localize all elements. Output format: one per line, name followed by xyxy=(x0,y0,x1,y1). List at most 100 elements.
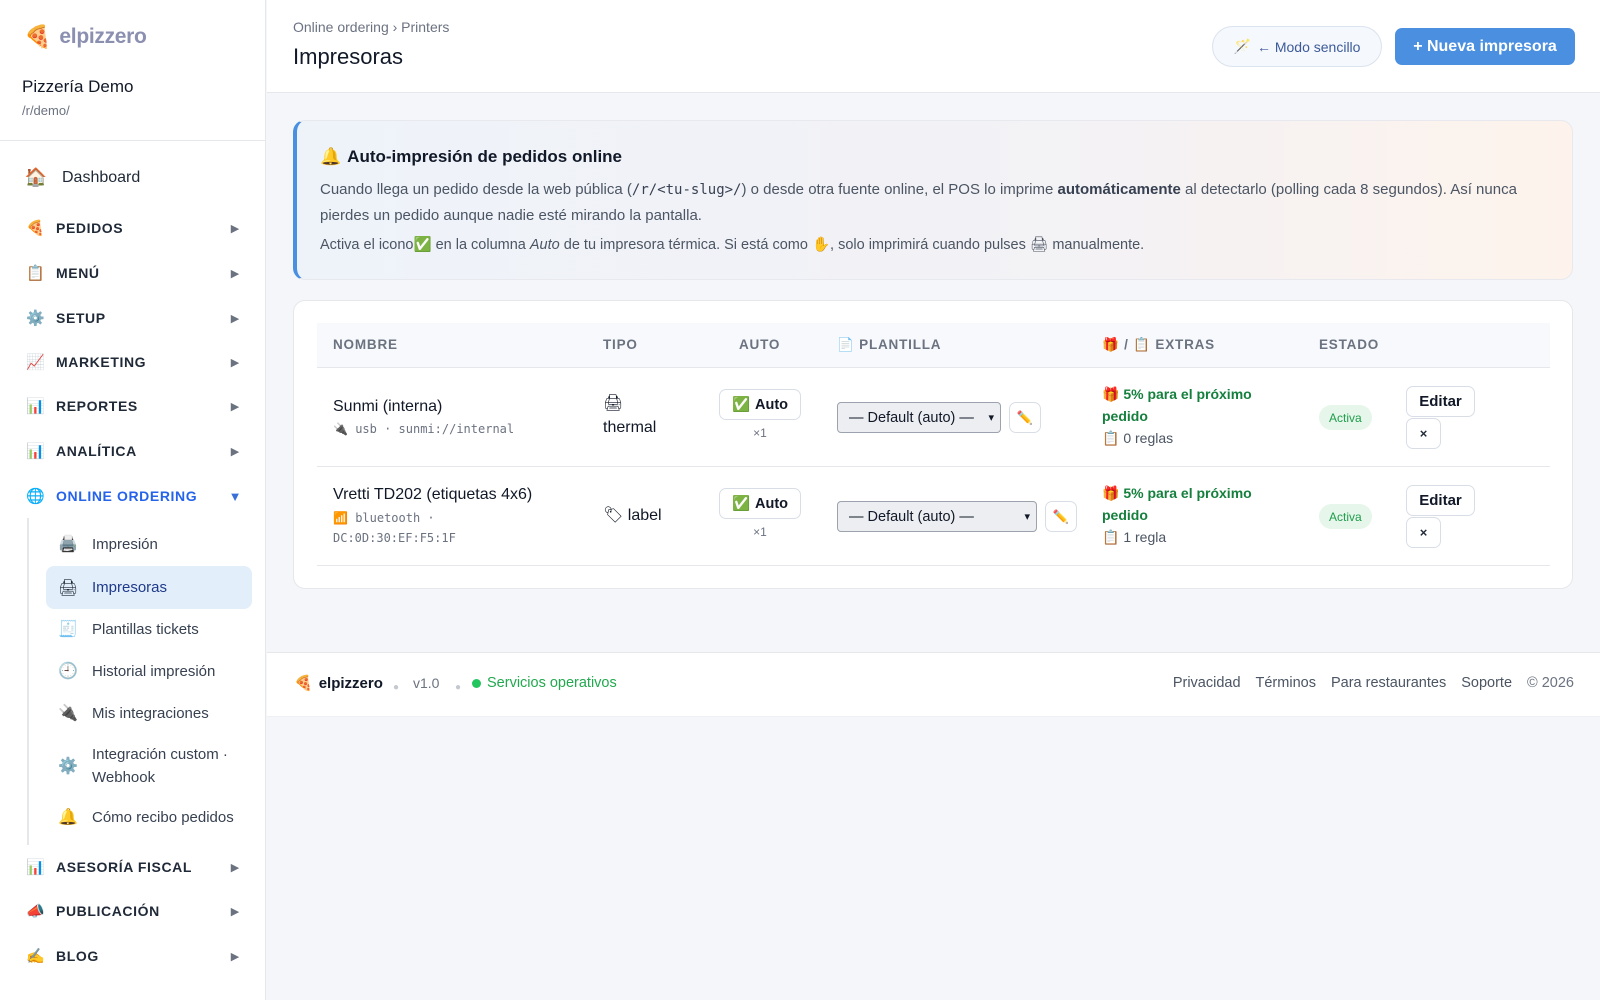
sidebar-item-label: Plantillas tickets xyxy=(92,620,199,638)
sidebar-divider xyxy=(0,140,266,141)
simple-mode-button[interactable]: 🪄 ← Modo sencillo xyxy=(1212,26,1382,67)
footer-brand-name: elpizzero xyxy=(318,674,383,692)
clock-icon: 🕘 xyxy=(58,663,78,680)
sidebar-section-label: ANALÍTICA xyxy=(56,443,137,459)
sidebar-section-blog[interactable]: ✍️ BLOG ▶ xyxy=(26,947,242,965)
chevron-down-icon: ▾ xyxy=(988,412,994,424)
sidebar-section-reportes[interactable]: 📊 REPORTES ▶ xyxy=(26,397,242,415)
sidebar-section-menu[interactable]: 📋 MENÚ ▶ xyxy=(26,264,242,282)
footer-link-privacy[interactable]: Privacidad xyxy=(1173,675,1241,691)
sidebar-section-label: SETUP xyxy=(56,310,106,326)
info-text: Cuando llega un pedido desde la web públ… xyxy=(320,181,632,198)
plug-icon: 🔌 xyxy=(58,705,78,722)
template-select[interactable]: — Default (auto) — ▾ xyxy=(837,402,1001,433)
new-printer-button[interactable]: + Nueva impresora xyxy=(1395,28,1575,65)
separator-dot: ● xyxy=(455,682,462,693)
rules-extra: 📋 1 regla xyxy=(1102,529,1167,545)
edit-template-button[interactable]: ✏️ xyxy=(1009,402,1041,433)
restaurant-name: Pizzería Demo xyxy=(22,77,134,96)
auto-print-info-card: 🔔 Auto-impresión de pedidos online Cuand… xyxy=(293,120,1573,280)
column-header-status: ESTADO xyxy=(1319,337,1380,352)
sidebar-section-analitica[interactable]: 📊 ANALÍTICA ▶ xyxy=(26,442,242,460)
megaphone-icon: 📣 xyxy=(26,903,45,920)
breadcrumb: Online ordering › Printers xyxy=(293,19,450,35)
sidebar-item-label: Mis integraciones xyxy=(92,704,209,722)
sidebar-section-setup[interactable]: ⚙️ SETUP ▶ xyxy=(26,309,242,327)
auto-print-toggle[interactable]: ✅ Auto xyxy=(719,488,801,519)
printer-type-label: thermal xyxy=(603,419,657,436)
edit-printer-button[interactable]: Editar xyxy=(1406,386,1475,417)
pizza-icon: 🍕 xyxy=(294,675,313,692)
extras-cell: 🎁 5% para el próximo pedido 📋 1 regla xyxy=(1102,482,1272,548)
sidebar-section-marketing[interactable]: 📈 MARKETING ▶ xyxy=(26,353,242,371)
info-title: 🔔 Auto-impresión de pedidos online xyxy=(320,147,622,167)
status-badge: Activa xyxy=(1319,405,1372,430)
pizza-icon: 🍕 xyxy=(24,24,52,49)
sidebar-section-online-ordering[interactable]: 🌐 ONLINE ORDERING ▼ xyxy=(26,487,242,505)
receipt-icon: 🧾 xyxy=(58,621,78,638)
printer-name: Sunmi (interna) xyxy=(333,398,443,415)
sidebar-section-pedidos[interactable]: 🍕 PEDIDOS ▶ xyxy=(26,219,242,237)
sidebar-item-historial-impresion[interactable]: 🕘 Historial impresión xyxy=(46,658,252,684)
sidebar-item-dashboard[interactable]: 🏠 Dashboard xyxy=(24,167,141,188)
sidebar-item-impresoras[interactable]: 🖨 Impresoras xyxy=(46,566,252,609)
promo-extra: 🎁 5% para el próximo pedido xyxy=(1102,485,1252,523)
sidebar-item-label: Impresoras xyxy=(92,579,168,596)
signal-icon: 📶 xyxy=(333,511,348,525)
extras-cell: 🎁 5% para el próximo pedido 📋 0 reglas xyxy=(1102,383,1272,449)
printer-icon: 🖨️ xyxy=(58,536,78,553)
info-text: Activa el icono✅ en la columna xyxy=(320,237,530,253)
info-title-text: Auto-impresión de pedidos online xyxy=(347,147,623,166)
auto-print-toggle[interactable]: ✅ Auto xyxy=(719,389,801,420)
sidebar-section-publicacion[interactable]: 📣 PUBLICACIÓN ▶ xyxy=(26,902,242,920)
template-select[interactable]: — Default (auto) — ▾ xyxy=(837,501,1037,532)
sidebar-item-plantillas-tickets[interactable]: 🧾 Plantillas tickets xyxy=(46,616,252,642)
printer-name: Vretti TD202 (etiquetas 4x6) xyxy=(333,486,533,503)
edit-template-button[interactable]: ✏️ xyxy=(1045,501,1077,532)
chevron-down-icon: ▼ xyxy=(228,488,242,504)
footer-brand[interactable]: 🍕 elpizzero xyxy=(294,674,383,693)
sidebar-section-label: REPORTES xyxy=(56,398,138,414)
copies-count: ×1 xyxy=(753,426,767,440)
chevron-right-icon: ▶ xyxy=(230,312,240,325)
writing-hand-icon: ✍️ xyxy=(26,948,45,965)
plug-icon: 🔌 xyxy=(333,422,348,436)
footer-link-terms[interactable]: Términos xyxy=(1256,675,1316,691)
sidebar-item-label: Impresión xyxy=(92,535,158,553)
footer-link-restaurants[interactable]: Para restaurantes xyxy=(1331,675,1446,691)
check-icon: ✅ xyxy=(731,496,751,512)
table-row: Vretti TD202 (etiquetas 4x6) 📶 bluetooth… xyxy=(317,468,1550,566)
delete-printer-button[interactable]: × xyxy=(1406,418,1441,449)
info-hint: Activa el icono✅ en la columna Auto de t… xyxy=(320,236,1144,253)
printer-icon: 🖨 xyxy=(603,395,624,412)
sidebar-section-label: MENÚ xyxy=(56,265,100,281)
footer-link-support[interactable]: Soporte xyxy=(1461,675,1512,691)
sidebar-section-label: MARKETING xyxy=(56,354,147,370)
info-description: Cuando llega un pedido desde la web públ… xyxy=(320,177,1550,228)
sidebar-section-label: PUBLICACIÓN xyxy=(56,903,160,919)
close-icon: × xyxy=(1419,525,1428,540)
sidebar-item-mis-integraciones[interactable]: 🔌 Mis integraciones xyxy=(46,700,252,726)
sidebar-item-como-recibo-pedidos[interactable]: 🔔 Cómo recibo pedidos xyxy=(46,804,252,830)
sidebar-section-asesoria-fiscal[interactable]: 📊 ASESORÍA FISCAL ▶ xyxy=(26,858,242,876)
simple-mode-label: ← Modo sencillo xyxy=(1256,38,1361,55)
sidebar-item-label: Cómo recibo pedidos xyxy=(92,808,234,826)
status-dot-icon xyxy=(472,678,481,688)
delete-printer-button[interactable]: × xyxy=(1406,517,1441,548)
column-header-name: NOMBRE xyxy=(333,337,398,352)
brand-name: elpizzero xyxy=(59,25,147,48)
auto-cell: ✅ Auto ×1 xyxy=(719,488,801,539)
edit-printer-button[interactable]: Editar xyxy=(1406,485,1475,516)
restaurant-slug: /r/demo/ xyxy=(22,103,70,118)
brand-logo[interactable]: 🍕 elpizzero xyxy=(24,24,147,50)
printer-type: 🏷 label xyxy=(603,504,662,528)
sidebar-item-impresion[interactable]: 🖨️ Impresión xyxy=(46,531,252,557)
sidebar-section-label: PEDIDOS xyxy=(56,220,124,236)
sidebar-item-integracion-custom-webhook[interactable]: ⚙️ Integración custom · Webhook xyxy=(46,741,252,791)
chevron-right-icon: ▶ xyxy=(230,905,240,918)
status-badge: Activa xyxy=(1319,504,1372,529)
copyright: © 2026 xyxy=(1527,675,1574,691)
page-footer: 🍕 elpizzero ● v1.0 ● Servicios operativo… xyxy=(267,652,1600,717)
chevron-right-icon: ▶ xyxy=(230,950,240,963)
chevron-right-icon: ▶ xyxy=(230,861,240,874)
